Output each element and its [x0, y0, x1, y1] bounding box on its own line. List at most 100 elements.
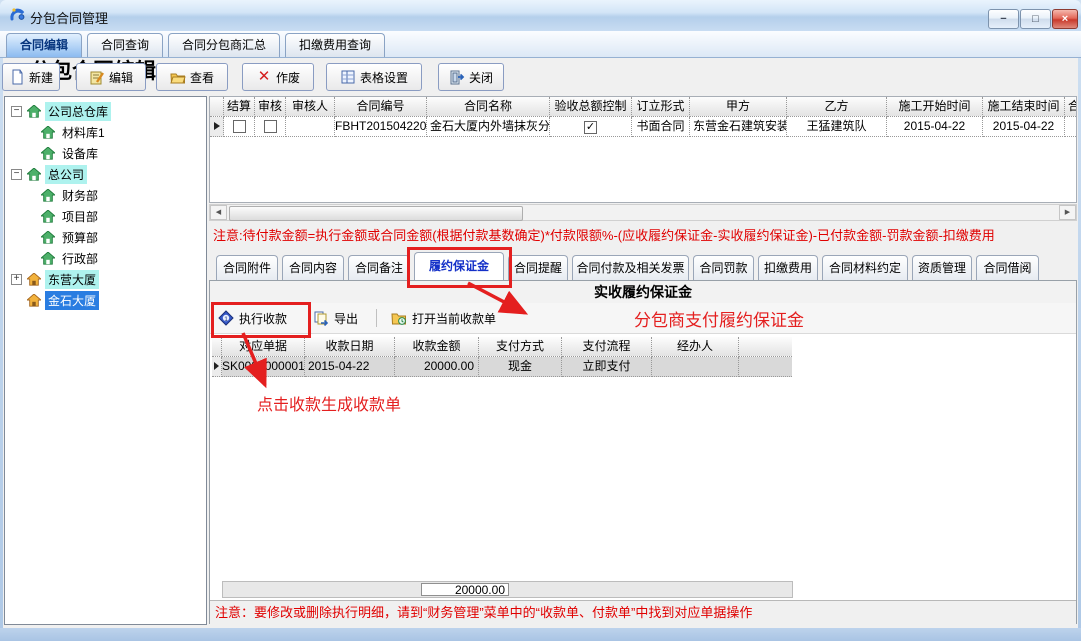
close-module-button[interactable]: 关闭	[438, 63, 504, 91]
house-icon	[27, 273, 41, 286]
collapse-icon[interactable]: −	[11, 169, 22, 180]
tree-node-finance-dept[interactable]: 财务部	[5, 185, 206, 206]
title-bar: 分包合同管理 − □ ×	[0, 0, 1081, 32]
col-pay-method[interactable]: 支付方式	[479, 337, 562, 357]
tree-node-jinshi-building[interactable]: 金石大厦	[5, 290, 206, 311]
row-marker-header	[210, 97, 224, 117]
tab-withholding-query[interactable]: 扣缴费用查询	[285, 33, 385, 57]
col-auditor[interactable]: 审核人	[286, 97, 335, 117]
tab-contract-remarks[interactable]: 合同备注	[348, 255, 410, 280]
cell-start-date: 2015-04-22	[887, 117, 983, 137]
col-contract-no[interactable]: 合同编号	[335, 97, 427, 117]
tree-node-dongying-building[interactable]: + 东营大厦	[5, 269, 206, 290]
contracts-grid-header: 结算 审核 审核人 合同编号 合同名称 验收总额控制 订立形式 甲方 乙方 施工…	[210, 97, 1076, 117]
col-receipt-date[interactable]: 收款日期	[305, 337, 395, 357]
tab-contract-attachments[interactable]: 合同附件	[216, 255, 278, 280]
cell-auditor	[286, 117, 335, 137]
col-party-b[interactable]: 乙方	[787, 97, 887, 117]
maximize-button[interactable]: □	[1020, 9, 1051, 29]
col-pay-flow[interactable]: 支付流程	[562, 337, 652, 357]
col-audit[interactable]: 审核	[255, 97, 286, 117]
col-form[interactable]: 订立形式	[632, 97, 690, 117]
export-button[interactable]: 导出	[313, 310, 358, 327]
export-icon	[313, 310, 329, 326]
execute-receipt-button[interactable]: 1 执行收款	[218, 310, 287, 327]
close-window-button[interactable]: ×	[1052, 9, 1078, 29]
col-settle[interactable]: 结算	[224, 97, 255, 117]
tab-contract-penalty[interactable]: 合同罚款	[693, 255, 754, 280]
open-folder-icon	[170, 69, 186, 85]
tree-node-company-warehouse[interactable]: − 公司总仓库	[5, 101, 206, 122]
settle-checkbox[interactable]	[233, 120, 246, 133]
tab-contract-edit[interactable]: 合同编辑	[6, 33, 82, 57]
audit-checkbox[interactable]	[264, 120, 277, 133]
tab-contract-content[interactable]: 合同内容	[282, 255, 344, 280]
new-doc-icon	[9, 69, 25, 85]
open-current-receipt-button[interactable]: 打开当前收款单	[391, 310, 496, 327]
tab-material-agreement[interactable]: 合同材料约定	[822, 255, 908, 280]
tree-node-budget-dept[interactable]: 预算部	[5, 227, 206, 248]
tree-node-material-store[interactable]: 材料库1	[5, 122, 206, 143]
house-icon	[27, 294, 41, 307]
scrollbar-thumb[interactable]	[229, 206, 523, 221]
tree-node-head-office[interactable]: − 总公司	[5, 164, 206, 185]
cell-form: 书面合同	[632, 117, 690, 137]
scroll-left-arrow[interactable]: ◀	[210, 205, 227, 220]
summary-bar: 20000.00	[222, 581, 793, 598]
table-settings-button[interactable]: 表格设置	[326, 63, 422, 91]
deposit-grid: 对应单据 收款日期 收款金额 支付方式 支付流程 经办人 SK008000000…	[212, 337, 792, 377]
col-handler[interactable]: 经办人	[652, 337, 739, 357]
contract-row[interactable]: FBHT2015042201 金石大厦内外墙抹灰分 书面合同 东营金石建筑安装 …	[210, 117, 1076, 137]
void-button[interactable]: ✕ 作废	[242, 63, 314, 91]
app-window: 分包合同管理 − □ × 合同编辑 合同查询 合同分包商汇总 扣缴费用查询 分包…	[0, 0, 1081, 641]
col-doc-no[interactable]: 对应单据	[222, 337, 305, 357]
tab-payments-invoices[interactable]: 合同付款及相关发票	[572, 255, 689, 280]
row-marker-header	[212, 337, 222, 357]
col-end-date[interactable]: 施工结束时间	[983, 97, 1065, 117]
col-clipped[interactable]: 合	[1065, 97, 1076, 117]
col-receipt-amount[interactable]: 收款金额	[395, 337, 479, 357]
tab-contract-borrowing[interactable]: 合同借阅	[976, 255, 1039, 280]
main-tab-strip: 合同编辑 合同查询 合同分包商汇总 扣缴费用查询	[0, 31, 1081, 58]
cell-pay-method: 现金	[479, 357, 562, 377]
cell-handler	[652, 357, 739, 377]
svg-text:1: 1	[224, 316, 228, 323]
col-start-date[interactable]: 施工开始时间	[887, 97, 983, 117]
expand-icon[interactable]: +	[11, 274, 22, 285]
col-party-a[interactable]: 甲方	[690, 97, 787, 117]
cell-end-date: 2015-04-22	[983, 117, 1065, 137]
toolbar-separator	[376, 309, 377, 327]
window-bottom-frame	[0, 628, 1081, 641]
horizontal-scrollbar[interactable]: ◀ ▶	[209, 204, 1077, 221]
org-tree: − 公司总仓库 材料库1 设备库 − 总公司 财务部 项目部 预算部	[4, 96, 207, 625]
col-acceptance-control[interactable]: 验收总额控制	[550, 97, 632, 117]
tab-subcontractor-summary[interactable]: 合同分包商汇总	[168, 33, 280, 57]
deposit-row[interactable]: SK0080000001 2015-04-22 20000.00 现金 立即支付	[212, 357, 792, 377]
minimize-button[interactable]: −	[988, 9, 1019, 29]
edit-delete-note: 注意：要修改或删除执行明细，请到“财务管理”菜单中的“收款单、付款单”中找到对应…	[210, 600, 1076, 625]
tab-withholding-fees[interactable]: 扣缴费用	[758, 255, 818, 280]
execute-diamond-icon: 1	[218, 310, 234, 326]
col-contract-name[interactable]: 合同名称	[427, 97, 550, 117]
new-button[interactable]: 新建	[2, 63, 60, 91]
tree-node-admin-dept[interactable]: 行政部	[5, 248, 206, 269]
view-button[interactable]: 查看	[156, 63, 228, 91]
cell-doc-no: SK0080000001	[222, 357, 305, 377]
cell-receipt-amount: 20000.00	[395, 357, 479, 377]
exit-door-icon	[449, 69, 465, 85]
scroll-right-arrow[interactable]: ▶	[1059, 205, 1076, 220]
deposit-toolbar: 1 执行收款 导出 打开当前收款单 分包商支付履约保证金	[210, 303, 1076, 334]
tab-contract-query[interactable]: 合同查询	[87, 33, 163, 57]
row-marker	[212, 357, 222, 377]
collapse-icon[interactable]: −	[11, 106, 22, 117]
tree-node-equipment-store[interactable]: 设备库	[5, 143, 206, 164]
tree-node-project-dept[interactable]: 项目部	[5, 206, 206, 227]
edit-button[interactable]: 编辑	[76, 63, 146, 91]
tab-contract-reminder[interactable]: 合同提醒	[508, 255, 568, 280]
house-icon	[41, 210, 55, 223]
acceptance-checkbox[interactable]	[584, 121, 597, 134]
house-icon	[41, 147, 55, 160]
tab-qualification-mgmt[interactable]: 资质管理	[912, 255, 972, 280]
tab-performance-deposit[interactable]: 履约保证金	[414, 252, 504, 280]
app-icon	[9, 6, 26, 23]
